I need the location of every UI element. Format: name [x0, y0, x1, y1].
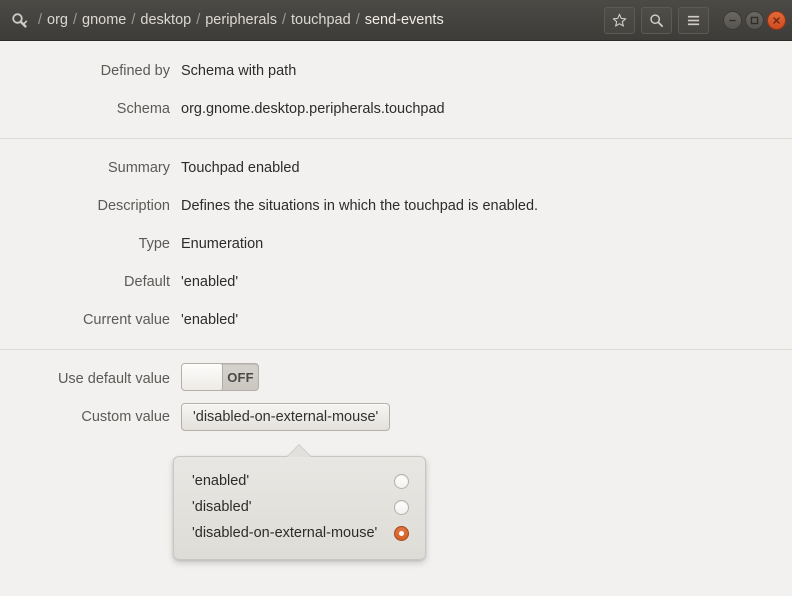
custom-value-label: Custom value [81, 409, 170, 425]
default-label: Default [124, 274, 170, 290]
radio-button-unselected[interactable] [394, 473, 409, 489]
breadcrumb[interactable]: / org / gnome / desktop / peripherals / … [33, 0, 598, 41]
detail-row: Current value 'enabled' [0, 301, 792, 339]
popover-option-disabled[interactable]: 'disabled' [174, 494, 425, 520]
defined-by-label: Defined by [100, 63, 170, 79]
use-default-value-label: Use default value [57, 371, 170, 387]
description-value: Defines the situations in which the touc… [181, 198, 539, 214]
breadcrumb-separator: / [196, 11, 201, 28]
detail-row: Default 'enabled' [0, 263, 792, 301]
key-info-section: Summary Touchpad enabled Description Def… [0, 138, 792, 349]
detail-row: Defined by Schema with path [0, 52, 792, 90]
breadcrumb-item-org[interactable]: org [47, 0, 68, 41]
type-value: Enumeration [181, 236, 264, 252]
hamburger-menu-icon [686, 14, 701, 27]
option-label: 'enabled' [192, 473, 250, 489]
window-controls [723, 10, 786, 30]
key-detail-view: Defined by Schema with path Schema org.g… [0, 41, 792, 596]
window-titlebar: / org / gnome / desktop / peripherals / … [0, 0, 792, 41]
breadcrumb-item-peripherals[interactable]: peripherals [205, 0, 277, 41]
minimize-icon [729, 19, 736, 21]
titlebar-actions [604, 6, 709, 34]
summary-label: Summary [107, 160, 170, 176]
summary-value: Touchpad enabled [181, 160, 300, 176]
minimize-button[interactable] [723, 10, 742, 30]
close-icon [773, 16, 780, 24]
custom-value-row: Custom value 'disabled-on-external-mouse… [0, 398, 792, 436]
use-default-value-toggle[interactable]: OFF [181, 363, 259, 391]
maximize-button[interactable] [745, 10, 764, 30]
defined-by-value: Schema with path [181, 63, 297, 79]
bookmark-star-button[interactable] [604, 6, 635, 34]
radio-button-selected[interactable] [394, 525, 409, 541]
breadcrumb-item-send-events[interactable]: send-events [365, 0, 444, 41]
breadcrumb-item-touchpad[interactable]: touchpad [291, 0, 351, 41]
option-label: 'disabled' [192, 499, 252, 515]
breadcrumb-separator: / [38, 11, 43, 28]
default-value: 'enabled' [181, 274, 239, 290]
editor-section: Use default value OFF Custom value 'disa… [0, 349, 792, 446]
breadcrumb-separator: / [281, 11, 287, 28]
detail-row: Description Defines the situations in wh… [0, 187, 792, 225]
custom-value-button[interactable]: 'disabled-on-external-mouse' [181, 403, 391, 431]
popover-option-enabled[interactable]: 'enabled' [174, 468, 425, 494]
use-default-row: Use default value OFF [0, 360, 792, 398]
search-button[interactable] [641, 6, 672, 34]
description-label: Description [97, 198, 170, 214]
breadcrumb-item-desktop[interactable]: desktop [140, 0, 191, 41]
close-button[interactable] [767, 10, 786, 30]
detail-row: Schema org.gnome.desktop.peripherals.tou… [0, 90, 792, 128]
option-label: 'disabled-on-external-mouse' [192, 525, 378, 541]
toggle-state-label: OFF [227, 369, 254, 385]
type-label: Type [138, 236, 170, 252]
toggle-knob [182, 364, 223, 390]
current-value-value: 'enabled' [181, 312, 239, 328]
current-value-label: Current value [82, 312, 170, 328]
breadcrumb-separator: / [131, 11, 136, 28]
breadcrumb-separator: / [73, 11, 78, 28]
schema-section: Defined by Schema with path Schema org.g… [0, 41, 792, 138]
enumeration-choice-popover: 'enabled' 'disabled' 'disabled-on-extern… [173, 445, 426, 560]
detail-row: Summary Touchpad enabled [0, 149, 792, 187]
popover-arrow-icon [287, 445, 311, 457]
maximize-icon [750, 16, 759, 24]
popover-panel: 'enabled' 'disabled' 'disabled-on-extern… [173, 456, 426, 560]
breadcrumb-item-gnome[interactable]: gnome [82, 0, 126, 41]
wrench-search-icon [10, 11, 28, 29]
radio-button-unselected[interactable] [394, 499, 409, 515]
detail-row: Type Enumeration [0, 225, 792, 263]
menu-button[interactable] [678, 6, 709, 34]
search-icon [649, 13, 664, 28]
schema-value: org.gnome.desktop.peripherals.touchpad [181, 101, 445, 117]
schema-label: Schema [116, 101, 170, 117]
popover-option-disabled-on-external-mouse[interactable]: 'disabled-on-external-mouse' [174, 520, 425, 546]
breadcrumb-separator: / [355, 11, 360, 28]
star-icon [612, 13, 627, 28]
